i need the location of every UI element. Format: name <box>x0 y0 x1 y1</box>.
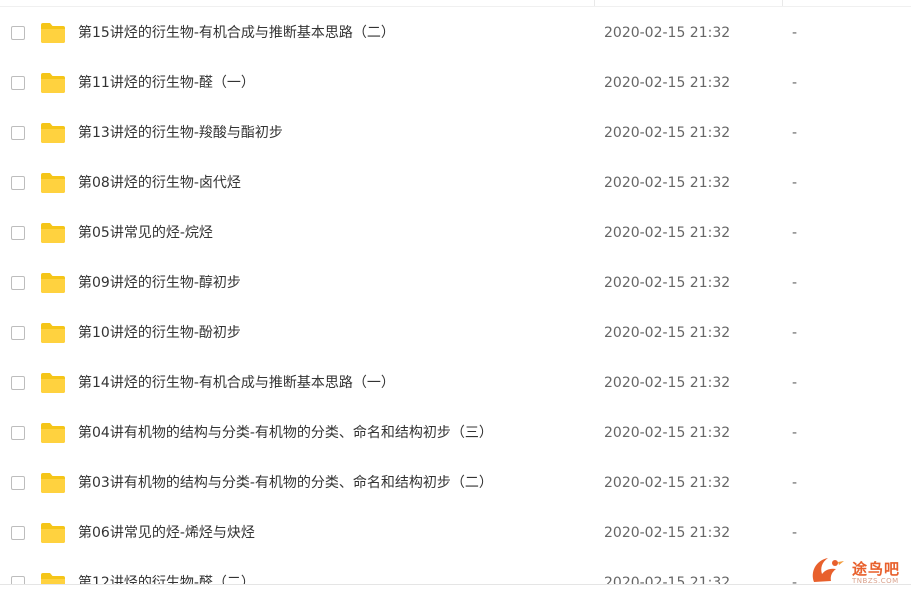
row-checkbox[interactable] <box>11 376 25 390</box>
column-header-strip <box>0 0 911 7</box>
file-row[interactable]: 第06讲常见的烃-烯烃与炔烃 2020-02-15 21:32 - <box>0 508 911 558</box>
file-row[interactable]: 第11讲烃的衍生物-醛（一） 2020-02-15 21:32 - <box>0 58 911 108</box>
watermark-name: 途鸟吧 <box>852 560 901 578</box>
modified-time: 2020-02-15 21:32 <box>604 425 731 441</box>
modified-time: 2020-02-15 21:32 <box>604 25 731 41</box>
row-checkbox[interactable] <box>11 526 25 540</box>
folder-icon <box>41 373 65 393</box>
folder-icon <box>41 23 65 43</box>
file-name[interactable]: 第13讲烃的衍生物-羧酸与酯初步 <box>78 123 283 143</box>
file-row[interactable]: 第10讲烃的衍生物-酚初步 2020-02-15 21:32 - <box>0 308 911 358</box>
folder-icon <box>41 573 65 584</box>
file-name[interactable]: 第06讲常见的烃-烯烃与炔烃 <box>78 523 255 543</box>
modified-time: 2020-02-15 21:32 <box>604 475 731 491</box>
file-size: - <box>792 325 798 341</box>
file-row[interactable]: 第09讲烃的衍生物-醇初步 2020-02-15 21:32 - <box>0 258 911 308</box>
bird-logo-icon <box>812 558 844 582</box>
file-name[interactable]: 第04讲有机物的结构与分类-有机物的分类、命名和结构初步（三） <box>78 423 493 443</box>
file-name[interactable]: 第09讲烃的衍生物-醇初步 <box>78 273 241 293</box>
file-name[interactable]: 第12讲烃的衍生物-醛（二） <box>78 573 255 584</box>
file-name[interactable]: 第14讲烃的衍生物-有机合成与推断基本思路（一） <box>78 373 395 393</box>
file-row[interactable]: 第03讲有机物的结构与分类-有机物的分类、命名和结构初步（二） 2020-02-1… <box>0 458 911 508</box>
file-list: 第15讲烃的衍生物-有机合成与推断基本思路（二） 2020-02-15 21:32… <box>0 8 911 584</box>
folder-icon <box>41 223 65 243</box>
file-row[interactable]: 第15讲烃的衍生物-有机合成与推断基本思路（二） 2020-02-15 21:32… <box>0 8 911 58</box>
watermark-url: TNBZS.COM <box>852 577 899 585</box>
folder-icon <box>41 123 65 143</box>
file-row[interactable]: 第05讲常见的烃-烷烃 2020-02-15 21:32 - <box>0 208 911 258</box>
file-size: - <box>792 75 798 91</box>
folder-icon <box>41 173 65 193</box>
modified-time: 2020-02-15 21:32 <box>604 525 731 541</box>
folder-icon <box>41 273 65 293</box>
folder-icon <box>41 473 65 493</box>
modified-time: 2020-02-15 21:32 <box>604 375 731 391</box>
file-name[interactable]: 第08讲烃的衍生物-卤代烃 <box>78 173 241 193</box>
file-name[interactable]: 第05讲常见的烃-烷烃 <box>78 223 213 243</box>
folder-icon <box>41 523 65 543</box>
row-checkbox[interactable] <box>11 126 25 140</box>
row-checkbox[interactable] <box>11 26 25 40</box>
row-checkbox[interactable] <box>11 326 25 340</box>
file-name[interactable]: 第10讲烃的衍生物-酚初步 <box>78 323 241 343</box>
folder-icon <box>41 73 65 93</box>
modified-time: 2020-02-15 21:32 <box>604 325 731 341</box>
file-row[interactable]: 第04讲有机物的结构与分类-有机物的分类、命名和结构初步（三） 2020-02-1… <box>0 408 911 458</box>
row-checkbox[interactable] <box>11 176 25 190</box>
modified-time: 2020-02-15 21:32 <box>604 575 731 584</box>
row-checkbox[interactable] <box>11 226 25 240</box>
folder-icon <box>41 423 65 443</box>
file-size: - <box>792 125 798 141</box>
list-bottom-divider <box>0 584 911 585</box>
file-size: - <box>792 425 798 441</box>
row-checkbox[interactable] <box>11 426 25 440</box>
file-row[interactable]: 第13讲烃的衍生物-羧酸与酯初步 2020-02-15 21:32 - <box>0 108 911 158</box>
file-name[interactable]: 第15讲烃的衍生物-有机合成与推断基本思路（二） <box>78 23 395 43</box>
modified-time: 2020-02-15 21:32 <box>604 175 731 191</box>
file-name[interactable]: 第11讲烃的衍生物-醛（一） <box>78 73 255 93</box>
row-checkbox[interactable] <box>11 576 25 584</box>
row-checkbox[interactable] <box>11 476 25 490</box>
file-row[interactable]: 第12讲烃的衍生物-醛（二） 2020-02-15 21:32 - <box>0 558 911 584</box>
modified-time: 2020-02-15 21:32 <box>604 275 731 291</box>
modified-time: 2020-02-15 21:32 <box>604 225 731 241</box>
file-size: - <box>792 225 798 241</box>
file-size: - <box>792 275 798 291</box>
file-row[interactable]: 第14讲烃的衍生物-有机合成与推断基本思路（一） 2020-02-15 21:32… <box>0 358 911 408</box>
file-size: - <box>792 575 798 584</box>
file-size: - <box>792 525 798 541</box>
row-checkbox[interactable] <box>11 76 25 90</box>
folder-icon <box>41 323 65 343</box>
file-size: - <box>792 25 798 41</box>
file-name[interactable]: 第03讲有机物的结构与分类-有机物的分类、命名和结构初步（二） <box>78 473 493 493</box>
watermark-logo: 途鸟吧 TNBZS.COM <box>808 552 908 588</box>
modified-time: 2020-02-15 21:32 <box>604 75 731 91</box>
file-size: - <box>792 375 798 391</box>
row-checkbox[interactable] <box>11 276 25 290</box>
file-row[interactable]: 第08讲烃的衍生物-卤代烃 2020-02-15 21:32 - <box>0 158 911 208</box>
file-size: - <box>792 475 798 491</box>
modified-time: 2020-02-15 21:32 <box>604 125 731 141</box>
file-size: - <box>792 175 798 191</box>
